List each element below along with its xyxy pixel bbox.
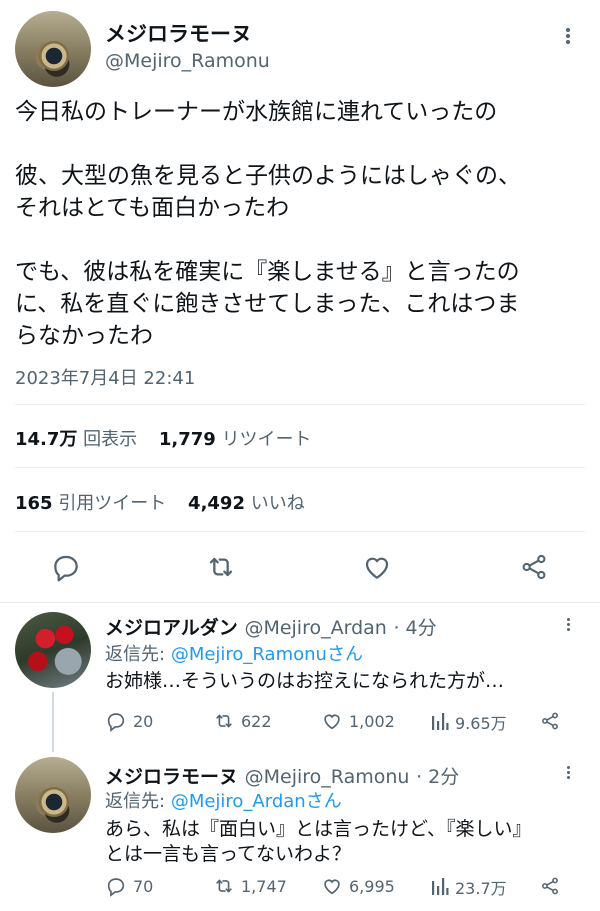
retweet-icon[interactable] [205, 551, 237, 583]
retweets-count[interactable]: 1,779 [159, 429, 216, 450]
reply-icon[interactable]: 70 [105, 875, 153, 897]
tweet-text: 今日私のトレーナーが水族館に連れていったの 彼、大型の魚を見ると子供のようにはし… [15, 99, 521, 349]
views-retweets-stats: 14.7万 回表示 1,779 リツイート [15, 425, 312, 451]
reply-to: 返信先: @Mejiro_Ramonuさん [105, 640, 363, 666]
retweets-label[interactable]: リツイート [222, 429, 312, 450]
retweet-icon[interactable]: 1,747 [213, 875, 287, 897]
avatar[interactable] [15, 11, 91, 87]
tweet-timestamp[interactable]: 2023年7月4日 22:41 [15, 364, 195, 390]
share-icon[interactable] [539, 710, 561, 732]
reply-text: お姉様…そういうのはお控えになられた方が… [105, 670, 505, 692]
view-count: 23.7万 [455, 879, 507, 898]
reply-author-name[interactable]: メジロラモーヌ [105, 766, 238, 788]
reply-author-name[interactable]: メジロアルダン [105, 617, 238, 639]
views-count: 14.7万 [15, 429, 78, 450]
reply-actions: 20 622 1,002 9.65万 [105, 710, 585, 736]
divider [15, 531, 585, 532]
views-label: 回表示 [83, 429, 138, 450]
reply-author-handle[interactable]: @Mejiro_Ramonu [245, 766, 410, 788]
thread-line [52, 692, 54, 752]
ring-image [39, 787, 69, 817]
tweet-actions [0, 551, 600, 591]
ring-image [39, 41, 69, 71]
reply-actions: 70 1,747 6,995 23.7万 [105, 875, 585, 901]
more-icon[interactable] [558, 764, 578, 784]
reply-icon[interactable]: 20 [105, 710, 153, 732]
reply-tweet[interactable]: メジロラモーヌ @Mejiro_Ramonu · 2分 返信先: @Mejiro… [0, 752, 600, 911]
like-icon[interactable] [361, 551, 393, 583]
quotes-likes-stats: 165 引用ツイート 4,492 いいね [15, 489, 305, 515]
reply-author: メジロアルダン @Mejiro_Ardan · 4分 [105, 613, 437, 640]
divider [15, 404, 585, 405]
reply-to-label: 返信先: [105, 644, 166, 665]
like-count: 6,995 [349, 876, 395, 896]
reply-count: 20 [133, 711, 154, 731]
like-count: 1,002 [349, 711, 395, 731]
author-name[interactable]: メジロラモーヌ [105, 18, 252, 48]
views-icon[interactable]: 9.65万 [431, 710, 507, 734]
reply-count: 70 [133, 876, 154, 896]
reply-time[interactable]: · 4分 [393, 617, 436, 639]
share-icon[interactable] [518, 551, 550, 583]
reply-text: あら、私は『面白い』とは言ったけど、『楽しい』 とは一言も言ってないわよ？ [105, 818, 532, 865]
reply-to-link[interactable]: @Mejiro_Ramonuさん [171, 644, 363, 665]
reply-author: メジロラモーヌ @Mejiro_Ramonu · 2分 [105, 762, 459, 789]
author-handle[interactable]: @Mejiro_Ramonu [105, 50, 270, 72]
share-icon[interactable] [539, 875, 561, 897]
reply-to: 返信先: @Mejiro_Ardanさん [105, 787, 342, 813]
view-count: 9.65万 [455, 714, 507, 733]
reply-author-handle[interactable]: @Mejiro_Ardan [244, 617, 386, 639]
views-icon[interactable]: 23.7万 [431, 875, 507, 899]
retweet-count: 622 [241, 711, 272, 731]
likes-count[interactable]: 4,492 [188, 493, 245, 514]
reply-icon[interactable] [50, 551, 82, 583]
more-icon[interactable] [556, 26, 580, 50]
reply-to-label: 返信先: [105, 791, 166, 812]
retweet-count: 1,747 [241, 876, 287, 896]
likes-label[interactable]: いいね [251, 493, 305, 514]
more-icon[interactable] [558, 616, 578, 636]
avatar[interactable] [15, 612, 91, 688]
like-icon[interactable]: 6,995 [321, 875, 395, 897]
reply-tweet[interactable]: メジロアルダン @Mejiro_Ardan · 4分 返信先: @Mejiro_… [0, 602, 600, 752]
retweet-icon[interactable]: 622 [213, 710, 272, 732]
like-icon[interactable]: 1,002 [321, 710, 395, 732]
avatar[interactable] [15, 757, 91, 833]
quotes-label[interactable]: 引用ツイート [58, 493, 166, 514]
divider [15, 467, 585, 468]
reply-time[interactable]: · 2分 [416, 766, 459, 788]
reply-to-link[interactable]: @Mejiro_Ardanさん [171, 791, 342, 812]
quotes-count[interactable]: 165 [15, 493, 53, 514]
